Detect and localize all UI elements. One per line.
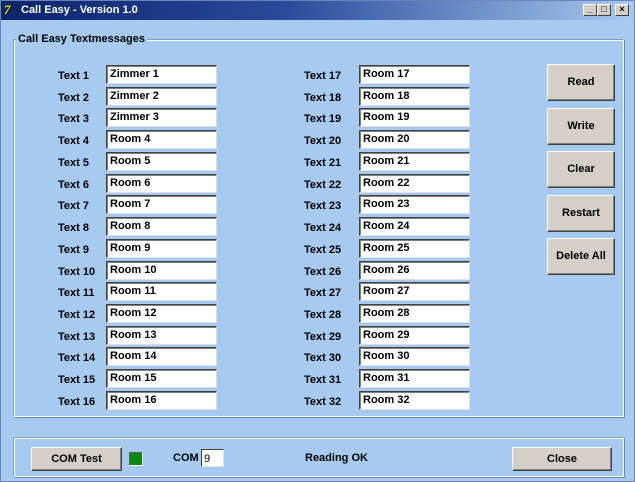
text-label-18: Text 18 [304, 92, 342, 104]
clear-button[interactable]: Clear [547, 151, 615, 188]
text-field-5[interactable]: Room 5 [106, 152, 217, 171]
text-field-11[interactable]: Room 11 [106, 282, 217, 301]
text-label-11: Text 11 [58, 287, 95, 299]
text-label-12: Text 12 [58, 309, 96, 321]
text-field-14[interactable]: Room 14 [106, 347, 217, 366]
text-field-21[interactable]: Room 21 [359, 152, 470, 171]
write-button[interactable]: Write [547, 108, 615, 145]
text-label-16: Text 16 [58, 396, 96, 408]
text-field-30[interactable]: Room 30 [359, 347, 470, 366]
text-field-17[interactable]: Room 17 [359, 65, 470, 84]
delete-all-button[interactable]: Delete All [547, 238, 615, 275]
text-field-26[interactable]: Room 26 [359, 261, 470, 280]
text-field-28[interactable]: Room 28 [359, 304, 470, 323]
text-field-25[interactable]: Room 25 [359, 239, 470, 258]
read-button[interactable]: Read [547, 64, 615, 101]
restart-button[interactable]: Restart [547, 195, 615, 232]
text-field-4[interactable]: Room 4 [106, 130, 217, 149]
text-label-7: Text 7 [58, 200, 89, 212]
text-label-29: Text 29 [304, 331, 342, 343]
com-test-button[interactable]: COM Test [31, 447, 122, 471]
text-label-17: Text 17 [304, 70, 342, 82]
text-label-4: Text 4 [58, 135, 89, 147]
text-field-3[interactable]: Zimmer 3 [106, 108, 217, 127]
text-field-24[interactable]: Room 24 [359, 217, 470, 236]
text-label-21: Text 21 [304, 157, 342, 169]
text-label-26: Text 26 [304, 266, 342, 278]
text-field-18[interactable]: Room 18 [359, 87, 470, 106]
close-button[interactable]: Close [512, 447, 612, 471]
text-label-15: Text 15 [58, 374, 96, 386]
status-led [129, 452, 143, 466]
text-label-28: Text 28 [304, 309, 342, 321]
text-label-25: Text 25 [304, 244, 342, 256]
text-field-7[interactable]: Room 7 [106, 195, 217, 214]
text-field-12[interactable]: Room 12 [106, 304, 217, 323]
text-label-1: Text 1 [58, 70, 89, 82]
text-field-19[interactable]: Room 19 [359, 108, 470, 127]
maximize-button[interactable]: □ [597, 4, 611, 16]
text-label-9: Text 9 [58, 244, 89, 256]
text-field-23[interactable]: Room 23 [359, 195, 470, 214]
title-bar[interactable]: 7 Call Easy - Version 1.0 _ □ × [1, 1, 634, 20]
text-label-3: Text 3 [58, 113, 89, 125]
text-label-20: Text 20 [304, 135, 342, 147]
text-field-10[interactable]: Room 10 [106, 261, 217, 280]
text-field-20[interactable]: Room 20 [359, 130, 470, 149]
text-label-19: Text 19 [304, 113, 342, 125]
text-label-27: Text 27 [304, 287, 342, 299]
text-field-31[interactable]: Room 31 [359, 369, 470, 388]
window-title: Call Easy - Version 1.0 [21, 4, 138, 16]
text-field-9[interactable]: Room 9 [106, 239, 217, 258]
text-label-31: Text 31 [304, 374, 342, 386]
text-label-5: Text 5 [58, 157, 89, 169]
text-label-32: Text 32 [304, 396, 342, 408]
text-field-22[interactable]: Room 22 [359, 174, 470, 193]
text-field-16[interactable]: Room 16 [106, 391, 217, 410]
text-field-27[interactable]: Room 27 [359, 282, 470, 301]
com-label: COM [173, 452, 199, 464]
text-field-2[interactable]: Zimmer 2 [106, 87, 217, 106]
text-field-1[interactable]: Zimmer 1 [106, 65, 217, 84]
minimize-button[interactable]: _ [583, 4, 597, 16]
com-port-input[interactable] [201, 449, 224, 467]
text-field-15[interactable]: Room 15 [106, 369, 217, 388]
close-window-button[interactable]: × [615, 4, 629, 16]
text-label-13: Text 13 [58, 331, 96, 343]
app-icon: 7 [4, 2, 11, 17]
text-label-8: Text 8 [58, 222, 89, 234]
status-text: Reading OK [305, 452, 368, 464]
text-label-14: Text 14 [58, 352, 96, 364]
text-field-32[interactable]: Room 32 [359, 391, 470, 410]
text-label-2: Text 2 [58, 92, 89, 104]
text-label-30: Text 30 [304, 352, 342, 364]
text-label-23: Text 23 [304, 200, 342, 212]
group-legend: Call Easy Textmessages [16, 33, 147, 46]
text-field-6[interactable]: Room 6 [106, 174, 217, 193]
text-field-13[interactable]: Room 13 [106, 326, 217, 345]
text-label-10: Text 10 [58, 266, 96, 278]
text-label-6: Text 6 [58, 179, 89, 191]
text-label-24: Text 24 [304, 222, 342, 234]
text-field-29[interactable]: Room 29 [359, 326, 470, 345]
text-label-22: Text 22 [304, 179, 342, 191]
text-field-8[interactable]: Room 8 [106, 217, 217, 236]
